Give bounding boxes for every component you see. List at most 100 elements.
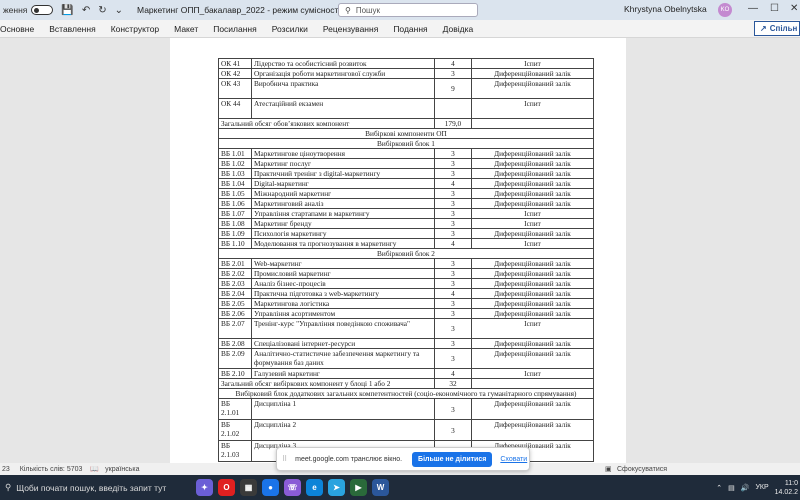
edge-icon[interactable]: e <box>306 479 323 496</box>
taskbar: ⚲ Щоби почати пошук, введіть запит тут ✦ … <box>0 475 800 500</box>
control-form: Диференційований залік <box>471 278 594 289</box>
undo-icon[interactable]: ↶ <box>82 5 90 16</box>
control-form: Диференційований залік <box>471 298 594 309</box>
tab-home[interactable]: Основне <box>0 24 34 34</box>
course-code: ВБ 1.01 <box>218 148 252 159</box>
tab-view[interactable]: Подання <box>393 24 427 34</box>
input-language[interactable]: УКР <box>755 484 768 491</box>
course-credits: 4 <box>434 238 472 249</box>
tab-design[interactable]: Конструктор <box>111 24 159 34</box>
proofing-icon[interactable]: 📖 <box>90 465 99 473</box>
course-code: ВБ 2.1.03 <box>218 440 252 462</box>
search-box[interactable]: ⚲ Пошук <box>338 3 478 17</box>
course-credits: 3 <box>434 168 472 179</box>
minimize-icon[interactable]: — <box>748 3 758 14</box>
empty-cell <box>471 378 594 389</box>
drag-handle-icon[interactable]: ⠿ <box>282 455 287 463</box>
course-code: ВБ 1.06 <box>218 198 252 209</box>
chevron-up-icon[interactable]: ⌃ <box>716 484 722 492</box>
avatar[interactable]: KO <box>718 3 732 17</box>
course-code: ВБ 1.04 <box>218 178 252 189</box>
search-placeholder: Пошук <box>355 5 380 15</box>
chrome-icon[interactable]: ● <box>262 479 279 496</box>
control-form: Диференційований залік <box>471 158 594 169</box>
media-icon[interactable]: ▶ <box>350 479 367 496</box>
viber-icon[interactable]: ☏ <box>284 479 301 496</box>
course-credits: 3 <box>434 298 472 309</box>
control-form: Диференційований залік <box>471 308 594 319</box>
table-row: ВБ 2.08 Спеціалізовані інтернет-ресурси 3 Д… <box>218 338 594 349</box>
copilot-icon[interactable]: ✦ <box>196 479 213 496</box>
volume-icon[interactable]: 🔊 <box>741 484 750 492</box>
table-row: ВБ 1.10 Моделювання та прогнозування в ма… <box>218 238 594 249</box>
control-form: Іспит <box>471 58 594 69</box>
course-code: ВБ 2.1.01 <box>218 398 252 420</box>
course-code: ВБ 1.03 <box>218 168 252 179</box>
search-icon: ⚲ <box>5 482 12 492</box>
customize-chevron-icon[interactable]: ⌄ <box>115 5 123 16</box>
course-code: ВБ 2.03 <box>218 278 252 289</box>
save-icon[interactable]: 💾 <box>61 5 73 16</box>
tab-layout[interactable]: Макет <box>174 24 198 34</box>
tab-review[interactable]: Рецензування <box>323 24 378 34</box>
table-row: ВБ 1.08 Маркетинг бренду 3 Іспит <box>218 218 594 229</box>
share-label: Спільн <box>769 24 798 33</box>
table-row: ВБ 1.07 Управління стартапами в маркетинг… <box>218 208 594 219</box>
table-row: ВБ 1.05 Міжнародний маркетинг 3 Диференційо… <box>218 188 594 199</box>
document-title: Маркетинг ОПП_бакалавр_2022 - режим сумі… <box>137 5 368 15</box>
course-credits: 4 <box>434 288 472 299</box>
tab-mailings[interactable]: Розсилки <box>272 24 308 34</box>
course-credits: 3 <box>434 158 472 169</box>
table-row: ОК 42 Організація роботи маркетингової сл… <box>218 68 594 79</box>
tab-insert[interactable]: Вставлення <box>49 24 95 34</box>
language[interactable]: українська <box>105 466 139 473</box>
share-button[interactable]: ↗ Спільн <box>754 21 800 36</box>
autosave-toggle[interactable] <box>31 5 54 15</box>
course-code: ВБ 2.04 <box>218 288 252 299</box>
course-credits: 3 <box>434 218 472 229</box>
table-total-row: Загальний обсяг обов’язкових компонент 17… <box>218 118 594 129</box>
maximize-icon[interactable]: ☐ <box>770 3 779 14</box>
focus-mode[interactable]: Сфокусуватися <box>617 466 667 473</box>
course-credits: 3 <box>434 148 472 159</box>
course-code: ВБ 2.05 <box>218 298 252 309</box>
control-form: Диференційований залік <box>471 198 594 209</box>
course-credits: 3 <box>434 308 472 319</box>
course-name: Міжнародний маркетинг <box>251 188 435 199</box>
course-name: Управління стартапами в маркетингу <box>251 208 435 219</box>
course-code: ОК 41 <box>218 58 252 69</box>
table-section-header: Вибірковий блок 1 <box>218 138 594 149</box>
course-name: Виробнича практика <box>251 78 435 99</box>
tab-help[interactable]: Довідка <box>443 24 474 34</box>
network-icon[interactable]: ▤ <box>728 484 735 492</box>
course-name: Атестаційний екзамен <box>251 98 435 119</box>
course-name: Моделювання та прогнозування в маркетинг… <box>251 238 435 249</box>
focus-mode-icon[interactable]: ▣ <box>605 465 612 473</box>
course-code: ВБ 1.08 <box>218 218 252 229</box>
control-form: Диференційований залік <box>471 419 594 441</box>
hide-link[interactable]: Сховати <box>500 456 527 463</box>
course-code: ВБ 1.10 <box>218 238 252 249</box>
course-name: Маркетинг послуг <box>251 158 435 169</box>
course-name: Тренінг-курс "Управління поведінкою спож… <box>251 318 435 339</box>
clock-time[interactable]: 11:0 <box>785 479 798 488</box>
stop-sharing-button[interactable]: Більше не ділитися <box>412 451 493 467</box>
word-count[interactable]: Кількість слів: 5703 <box>20 466 83 473</box>
control-form: Диференційований залік <box>471 148 594 159</box>
system-tray: ⌃ ▤ 🔊 УКР 11:0 14.02.2 <box>716 475 798 500</box>
course-name: Спеціалізовані інтернет-ресурси <box>251 338 435 349</box>
taskbar-search[interactable]: ⚲ Щоби почати пошук, введіть запит тут <box>0 475 190 500</box>
telegram-icon[interactable]: ➤ <box>328 479 345 496</box>
word-icon[interactable]: W <box>372 479 389 496</box>
opera-icon[interactable]: O <box>218 479 235 496</box>
tab-references[interactable]: Посилання <box>213 24 257 34</box>
user-name[interactable]: Khrystyna Obelnytska <box>624 4 707 14</box>
course-credits: 3 <box>434 278 472 289</box>
control-form: Іспит <box>471 208 594 219</box>
redo-icon[interactable]: ↻ <box>98 5 106 16</box>
clock-date[interactable]: 14.02.2 <box>775 488 798 497</box>
page-count[interactable]: 23 <box>2 466 10 473</box>
course-code: ВБ 1.05 <box>218 188 252 199</box>
file-explorer-icon[interactable]: ▦ <box>240 479 257 496</box>
close-icon[interactable]: ✕ <box>790 3 798 14</box>
